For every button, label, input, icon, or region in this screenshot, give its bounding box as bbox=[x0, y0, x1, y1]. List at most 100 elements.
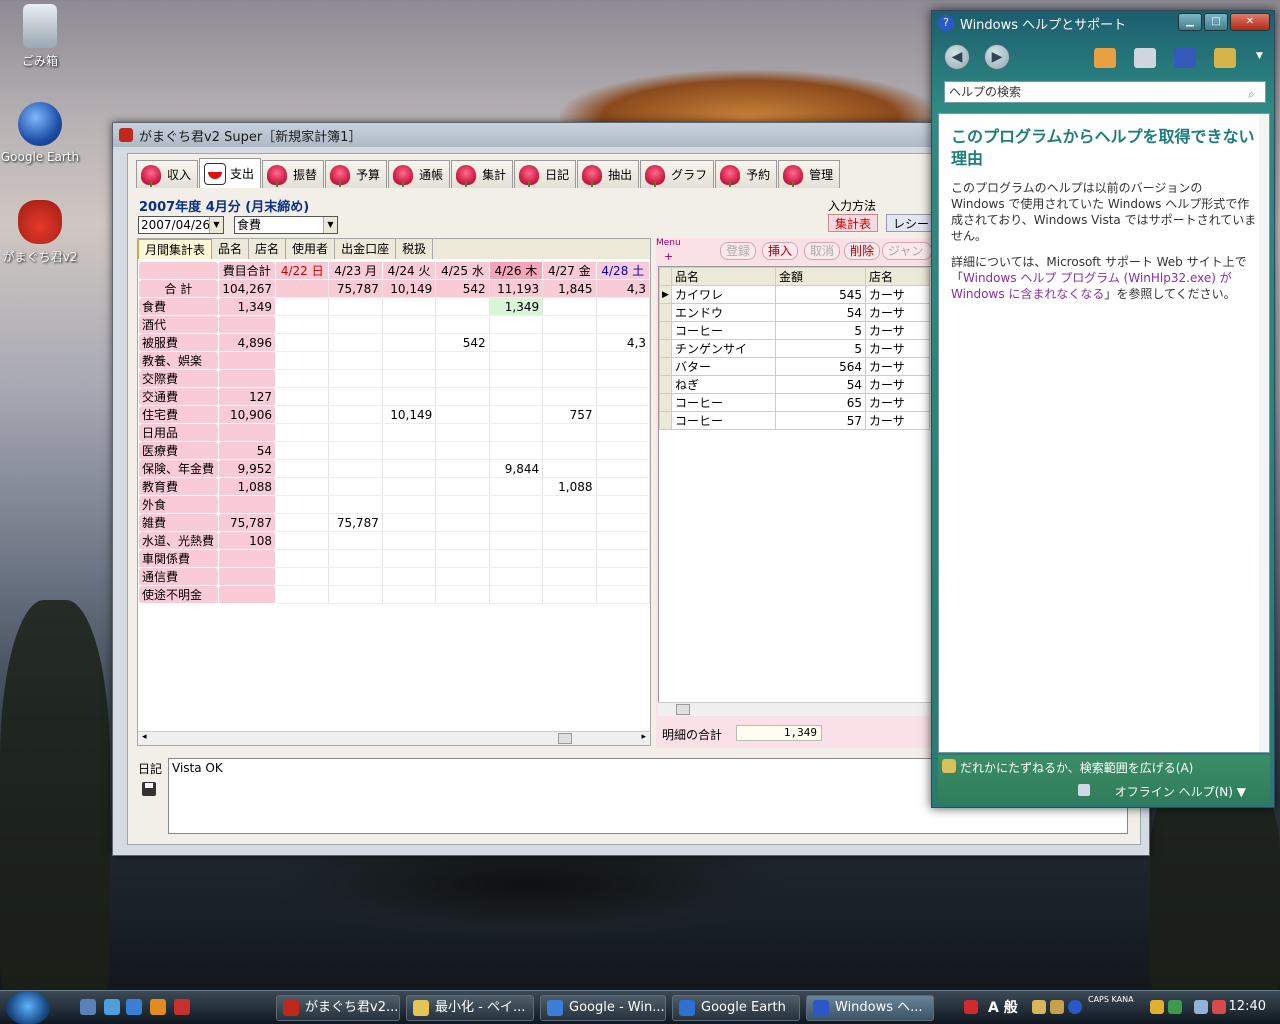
category-label[interactable]: 水道、光熱費 bbox=[138, 531, 219, 550]
category-label[interactable]: 通信費 bbox=[138, 567, 219, 586]
help-search-input[interactable]: ヘルプの検索 ⌕ bbox=[944, 81, 1266, 103]
grid-cell[interactable] bbox=[275, 513, 330, 532]
row-indicator[interactable] bbox=[659, 411, 672, 430]
scroll-thumb[interactable] bbox=[676, 704, 690, 715]
grid-cell[interactable] bbox=[596, 369, 651, 388]
detail-item-shop[interactable]: カーサ bbox=[865, 339, 930, 358]
subtab-user[interactable]: 使用者 bbox=[286, 239, 336, 259]
show-desktop-icon[interactable] bbox=[80, 999, 96, 1015]
grid-cell[interactable] bbox=[328, 495, 383, 514]
row-indicator[interactable] bbox=[659, 303, 672, 322]
grid-cell[interactable]: 10,149 bbox=[382, 405, 437, 424]
taskbar-button-ie[interactable]: Google - Win... bbox=[540, 995, 666, 1021]
taskbar-button-paint[interactable]: 最小化 - ペイ... bbox=[406, 995, 534, 1021]
table-row[interactable]: 食費 1,349 1,349 bbox=[138, 297, 651, 316]
desktop-icon-google-earth[interactable]: Google Earth bbox=[0, 102, 80, 164]
grid-cell[interactable] bbox=[542, 369, 597, 388]
table-row[interactable]: 教育費 1,088 1,088 bbox=[138, 477, 651, 496]
options-chevron-icon[interactable]: ▼ bbox=[1256, 51, 1263, 61]
category-label[interactable]: 交通費 bbox=[138, 387, 219, 406]
row-indicator[interactable] bbox=[659, 375, 672, 394]
grid-cell[interactable] bbox=[382, 387, 437, 406]
grid-cell[interactable] bbox=[542, 387, 597, 406]
ime-indicator[interactable]: A 般 bbox=[988, 997, 1018, 1017]
subtab-item[interactable]: 品名 bbox=[212, 239, 250, 259]
grid-cell[interactable] bbox=[275, 333, 330, 352]
detail-row[interactable]: コーヒー 5 カーサ bbox=[659, 321, 930, 340]
grid-cell[interactable]: 542 bbox=[435, 333, 490, 352]
grid-cell[interactable] bbox=[328, 459, 383, 478]
grid-cell[interactable] bbox=[542, 495, 597, 514]
grid-cell[interactable] bbox=[328, 297, 383, 316]
search-icon[interactable]: ⌕ bbox=[1248, 84, 1262, 101]
offline-help-button[interactable]: オフライン ヘルプ(N) ▼ bbox=[1115, 783, 1246, 800]
row-indicator[interactable] bbox=[659, 357, 672, 376]
grid-cell[interactable] bbox=[435, 549, 490, 568]
jump-button[interactable]: ジャンプ bbox=[882, 242, 932, 260]
detail-item-amount[interactable]: 65 bbox=[775, 393, 866, 412]
grid-cell[interactable] bbox=[596, 459, 651, 478]
grid-header-day[interactable]: 4/27 金 bbox=[542, 261, 597, 280]
grid-cell[interactable] bbox=[275, 567, 330, 586]
back-icon[interactable]: ◀ bbox=[944, 44, 970, 70]
detail-item-shop[interactable]: カーサ bbox=[865, 321, 930, 340]
grid-cell[interactable] bbox=[489, 531, 544, 550]
grid-cell[interactable] bbox=[275, 351, 330, 370]
grid-cell[interactable] bbox=[382, 495, 437, 514]
grid-cell[interactable] bbox=[489, 495, 544, 514]
row-indicator[interactable] bbox=[659, 339, 672, 358]
grid-cell[interactable] bbox=[435, 423, 490, 442]
table-row[interactable]: 水道、光熱費 108 bbox=[138, 531, 651, 550]
grid-cell[interactable] bbox=[542, 441, 597, 460]
table-row[interactable]: 医療費 54 bbox=[138, 441, 651, 460]
windows-update-icon[interactable] bbox=[1168, 1000, 1182, 1014]
grid-cell[interactable] bbox=[275, 459, 330, 478]
detail-item-amount[interactable]: 564 bbox=[775, 357, 866, 376]
grid-cell[interactable] bbox=[489, 351, 544, 370]
grid-cell[interactable] bbox=[435, 297, 490, 316]
home-icon[interactable] bbox=[1094, 48, 1116, 68]
table-row[interactable]: 外食 bbox=[138, 495, 651, 514]
grid-cell[interactable] bbox=[542, 531, 597, 550]
tab-graph[interactable]: グラフ bbox=[640, 160, 715, 188]
detail-item-name[interactable]: ねぎ bbox=[671, 375, 776, 394]
grid-cell[interactable] bbox=[489, 369, 544, 388]
subtab-account[interactable]: 出金口座 bbox=[335, 239, 397, 259]
detail-item-shop[interactable]: カーサ bbox=[865, 393, 930, 412]
detail-col-name[interactable]: 品名 bbox=[671, 267, 776, 286]
row-indicator[interactable] bbox=[659, 321, 672, 340]
grid-cell[interactable] bbox=[542, 585, 597, 604]
grid-cell[interactable] bbox=[489, 441, 544, 460]
print-icon[interactable] bbox=[1134, 48, 1156, 68]
grid-cell[interactable] bbox=[328, 549, 383, 568]
grid-cell[interactable] bbox=[382, 459, 437, 478]
alert-icon[interactable] bbox=[964, 1000, 978, 1014]
category-label[interactable]: 教育費 bbox=[138, 477, 219, 496]
grid-cell[interactable] bbox=[542, 351, 597, 370]
desktop-icon-recycle-bin[interactable]: ごみ箱 bbox=[0, 4, 80, 69]
category-label[interactable]: 住宅費 bbox=[138, 405, 219, 424]
grid-cell[interactable] bbox=[382, 423, 437, 442]
grid-cell[interactable] bbox=[542, 297, 597, 316]
grid-cell[interactable] bbox=[275, 531, 330, 550]
detail-item-amount[interactable]: 57 bbox=[775, 411, 866, 430]
category-label[interactable]: 酒代 bbox=[138, 315, 219, 334]
grid-cell[interactable] bbox=[275, 297, 330, 316]
detail-row[interactable]: コーヒー 57 カーサ bbox=[659, 411, 930, 430]
internet-explorer-icon[interactable] bbox=[126, 999, 142, 1015]
scroll-thumb[interactable] bbox=[558, 733, 572, 744]
tab-diary[interactable]: 日記 bbox=[514, 160, 577, 188]
scroll-left-icon[interactable]: ◂ bbox=[142, 732, 147, 742]
table-row[interactable]: 交通費 127 bbox=[138, 387, 651, 406]
media-player-icon[interactable] bbox=[150, 999, 166, 1015]
detail-row[interactable]: バター 564 カーサ bbox=[659, 357, 930, 376]
detail-item-amount[interactable]: 54 bbox=[775, 303, 866, 322]
grid-cell[interactable] bbox=[596, 513, 651, 532]
grid-cell[interactable] bbox=[596, 477, 651, 496]
grid-cell[interactable] bbox=[489, 423, 544, 442]
grid-cell[interactable] bbox=[328, 351, 383, 370]
grid-header-day[interactable]: 4/22 日 bbox=[274, 261, 330, 280]
grid-cell[interactable] bbox=[489, 585, 544, 604]
detail-col-amount[interactable]: 金額 bbox=[775, 267, 866, 286]
detail-item-name[interactable]: チンゲンサイ bbox=[671, 339, 776, 358]
